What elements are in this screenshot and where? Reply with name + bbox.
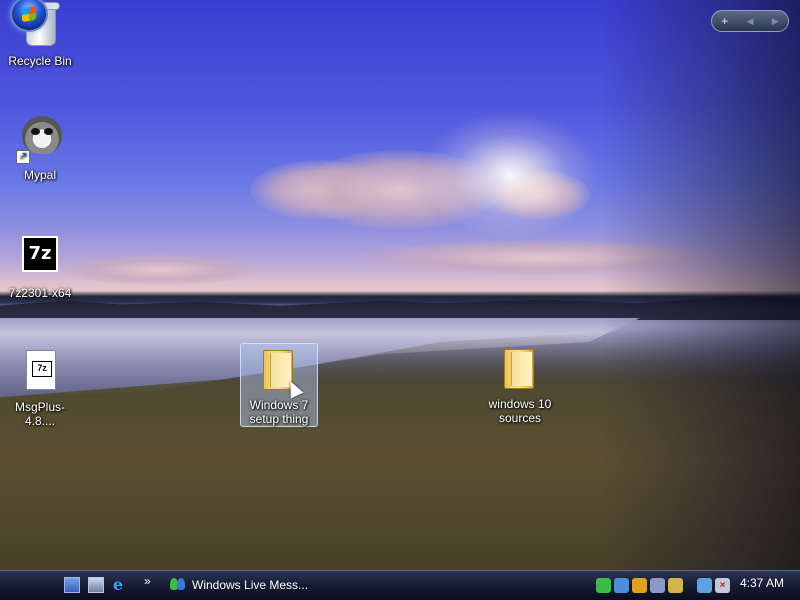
taskbar-window-windows-live-messenger[interactable]: Windows Live Mess... <box>164 573 324 597</box>
desktop-icon-label: Windows 7 setup thing <box>249 398 309 426</box>
desktop-icon-msgplus[interactable]: MsgPlus-4.8.... <box>1 348 79 428</box>
tools-icon[interactable] <box>668 577 683 593</box>
folder-icon <box>496 345 544 393</box>
7z-archive-icon <box>16 348 64 396</box>
next-gadget-button[interactable]: ▶ <box>772 16 779 27</box>
internet-explorer-icon[interactable]: e <box>110 577 126 593</box>
system-tray: × <box>596 573 730 597</box>
security-shield-icon[interactable] <box>632 577 647 593</box>
network-icon[interactable] <box>650 577 665 593</box>
sidebar-gadget-controls: + ◀ ▶ <box>711 10 789 32</box>
switch-windows-icon[interactable] <box>88 577 104 593</box>
desktop-wallpaper <box>0 0 800 570</box>
wallpaper-cloud <box>60 255 260 285</box>
messenger-status-icon[interactable] <box>596 577 611 593</box>
windows-logo-icon <box>22 6 36 22</box>
desktop-icon-mypal[interactable]: ↗ Mypal <box>1 116 79 182</box>
quick-launch-chevron-button[interactable]: » <box>144 574 151 588</box>
messenger-icon <box>170 578 186 592</box>
desktop-icon-label: 7z2301-x64 <box>8 286 72 300</box>
desktop-icon-label: MsgPlus-4.8.... <box>14 400 65 428</box>
taskbar-clock[interactable]: 4:37 AM <box>740 576 784 590</box>
taskbar-window-label: Windows Live Mess... <box>192 578 309 592</box>
wallpaper-vignette <box>600 0 800 570</box>
shortcut-arrow-icon: ↗ <box>16 150 30 164</box>
volume-muted-icon[interactable]: × <box>715 577 730 593</box>
previous-gadget-button[interactable]: ◀ <box>747 16 754 27</box>
add-gadget-button[interactable]: + <box>721 14 728 28</box>
display-icon[interactable] <box>697 577 712 593</box>
desktop-icon-label: Recycle Bin <box>8 54 72 68</box>
7zip-installer-icon: 7z <box>16 234 64 282</box>
show-desktop-icon[interactable] <box>64 577 80 593</box>
wallpaper-sun <box>420 110 600 240</box>
desktop-icon-windows-7-setup-thing[interactable]: Windows 7 setup thing <box>240 343 318 427</box>
desktop-icon-7z2301-x64[interactable]: 7z 7z2301-x64 <box>1 234 79 300</box>
user-icon[interactable] <box>614 577 629 593</box>
raccoon-icon: ↗ <box>16 116 64 164</box>
desktop-icon-windows-10-sources[interactable]: windows 10 sources <box>481 345 559 425</box>
desktop-icon-label: Mypal <box>23 168 56 182</box>
desktop-icon-label: windows 10 sources <box>488 397 552 425</box>
